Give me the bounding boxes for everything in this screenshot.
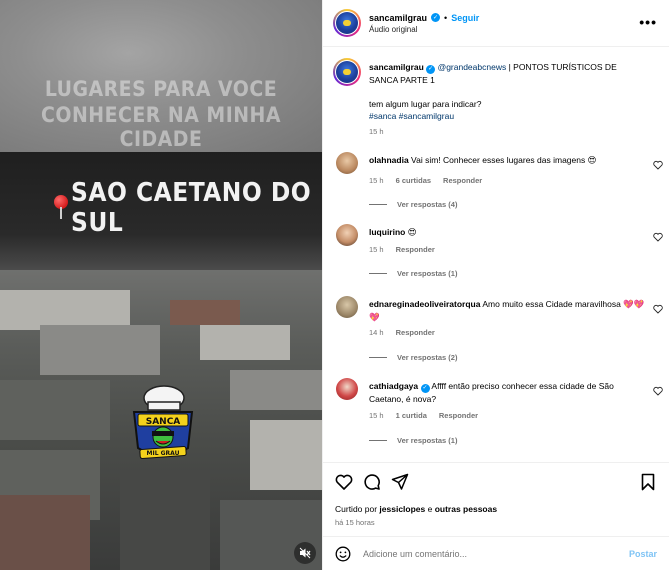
reply-button[interactable]: Responder <box>396 328 435 337</box>
caption-hashtags[interactable]: #sanca #sancamilgrau <box>369 110 481 122</box>
location-pin-icon <box>52 195 68 221</box>
reply-button[interactable]: Responder <box>443 176 482 185</box>
comment-likes[interactable]: 1 curtida <box>396 411 427 420</box>
comment-item: olahnadia Vai sim! Conhecer esses lugare… <box>333 152 663 216</box>
like-comment-heart-icon[interactable] <box>653 160 663 170</box>
save-bookmark-icon[interactable] <box>639 473 657 491</box>
liked-by-others[interactable]: outras pessoas <box>435 504 497 514</box>
caption-username[interactable]: sancamilgrau <box>369 62 424 72</box>
verified-badge-icon: ✓ <box>420 384 430 393</box>
city-label: SAO CAETANO DO SUL <box>52 178 322 238</box>
city-label-text: SAO CAETANO DO SUL <box>71 178 312 238</box>
comment-time: 15 h <box>369 245 384 254</box>
sanca-mascot-logo: SANCA MIL GRAU <box>132 385 194 459</box>
comment-bubble-icon[interactable] <box>363 473 381 491</box>
view-replies-button[interactable]: Ver respostas (1) <box>369 436 457 445</box>
speaker-muted-icon <box>299 547 311 559</box>
like-comment-heart-icon[interactable] <box>653 386 663 396</box>
post-actions: Curtido por jessiclopes e outras pessoas… <box>323 462 669 532</box>
emoji-smiley-icon[interactable] <box>335 546 351 562</box>
mascot-text-top: SANCA <box>146 417 181 427</box>
like-heart-icon[interactable] <box>335 473 353 491</box>
view-replies-label: Ver respostas (2) <box>397 353 458 362</box>
view-replies-button[interactable]: Ver respostas (4) <box>369 200 457 209</box>
reply-button[interactable]: Responder <box>396 245 435 254</box>
comment-time: 15 h <box>369 176 384 185</box>
add-comment-input[interactable] <box>363 548 603 559</box>
reel-video[interactable]: LUGARES PARA VOCE CONHECER NA MINHA CIDA… <box>0 0 322 570</box>
commenter-avatar[interactable] <box>336 224 358 246</box>
comment-time: 15 h <box>369 411 384 420</box>
author-username[interactable]: sancamilgrau <box>369 13 427 23</box>
view-replies-button[interactable]: Ver respostas (1) <box>369 269 457 278</box>
post-header: sancamilgrau ✓ • Seguir Áudio original •… <box>323 0 669 47</box>
like-comment-heart-icon[interactable] <box>653 304 663 314</box>
comment-username[interactable]: ednareginadeoliveiratorqua <box>369 299 480 309</box>
comment-item: ednareginadeoliveiratorqua Amo muito ess… <box>333 296 663 368</box>
liked-by-conjunction: e <box>425 504 435 514</box>
comment-text: 😍 <box>405 227 417 237</box>
caption-question-block: tem algum lugar para indicar? #sanca #sa… <box>369 98 481 122</box>
overlay-title-line-1: LUGARES PARA VOCE <box>44 77 278 101</box>
liked-by-text: Curtido por jessiclopes e outras pessoas <box>335 504 497 514</box>
commenter-avatar[interactable] <box>336 296 358 318</box>
post-side-panel: sancamilgrau ✓ • Seguir Áudio original •… <box>322 0 669 570</box>
post-comment-button[interactable]: Postar <box>629 549 657 559</box>
liked-by-user[interactable]: jessiclopes <box>379 504 425 514</box>
commenter-avatar[interactable] <box>336 152 358 174</box>
comment-likes[interactable]: 6 curtidas <box>396 176 431 185</box>
follow-button[interactable]: Seguir <box>451 13 479 23</box>
mascot-text-bottom: MIL GRAU <box>147 450 180 457</box>
caption-mention[interactable]: @grandeabcnews <box>438 62 507 72</box>
like-comment-heart-icon[interactable] <box>653 232 663 242</box>
mute-button[interactable] <box>294 542 316 564</box>
comment-username[interactable]: cathiadgaya <box>369 381 418 391</box>
share-paper-plane-icon[interactable] <box>391 473 409 491</box>
verified-badge-icon: ✓ <box>426 65 436 74</box>
header-separator: • <box>444 12 448 23</box>
reply-button[interactable]: Responder <box>439 411 478 420</box>
caption-avatar[interactable] <box>333 58 361 86</box>
overlay-title-line-2: CONHECER NA MINHA CIDADE <box>41 103 281 151</box>
comment-text: Vai sim! Conhecer esses lugares das imag… <box>408 155 597 165</box>
post-time-ago: há 15 horas <box>335 518 375 527</box>
view-replies-label: Ver respostas (4) <box>397 200 458 209</box>
caption-time: 15 h <box>369 127 384 136</box>
view-replies-button[interactable]: Ver respostas (2) <box>369 353 457 362</box>
audio-link[interactable]: Áudio original <box>369 25 479 34</box>
caption-question: tem algum lugar para indicar? <box>369 99 482 109</box>
more-options-button[interactable]: ••• <box>639 14 657 30</box>
comment-username[interactable]: luquirino <box>369 227 405 237</box>
comment-item: luquirino 😍 15 h Responder Ver respostas… <box>333 224 663 288</box>
comment-username[interactable]: olahnadia <box>369 155 409 165</box>
instagram-post-modal: LUGARES PARA VOCE CONHECER NA MINHA CIDA… <box>0 0 669 570</box>
add-comment-bar: Postar <box>323 536 669 570</box>
caption-text: sancamilgrau ✓ @grandeabcnews | PONTOS T… <box>369 61 639 87</box>
view-replies-label: Ver respostas (1) <box>397 269 458 278</box>
liked-by-prefix: Curtido por <box>335 504 380 514</box>
comment-item: cathiadgaya ✓ Affff então preciso conhec… <box>333 378 663 450</box>
commenter-avatar[interactable] <box>336 378 358 400</box>
comment-time: 14 h <box>369 328 384 337</box>
view-replies-label: Ver respostas (1) <box>397 436 458 445</box>
verified-badge-icon: ✓ <box>431 13 441 22</box>
comments-list[interactable]: sancamilgrau ✓ @grandeabcnews | PONTOS T… <box>323 48 669 462</box>
author-avatar[interactable] <box>333 9 361 37</box>
